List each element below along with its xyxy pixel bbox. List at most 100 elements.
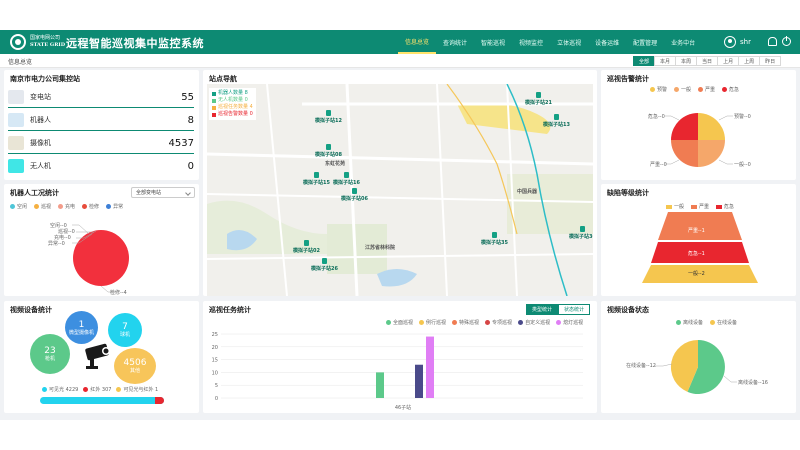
stat-row-substation: 变电站 55 [8, 87, 194, 107]
system-title: 远程智能巡视集中监控系统 [66, 37, 204, 50]
legend-item: 自定义巡视 [518, 319, 550, 326]
divider [8, 130, 194, 131]
legend-item: 红外 307 [83, 386, 111, 393]
tab-type-stats[interactable]: 类型统计 [526, 304, 559, 315]
y-tick-label: 0 [215, 396, 218, 402]
video-type-legend: 可见光 4229 红外 307 可见光与红外 1 [42, 386, 158, 393]
nav-video-monitor[interactable]: 视频监控 [512, 30, 550, 54]
defect-legend: 一般 严重 危急 [666, 203, 734, 210]
period-last-month[interactable]: 上月 [717, 56, 740, 66]
station-marker[interactable]: 模拟子站35 [481, 232, 508, 246]
cctv-camera-icon [85, 343, 110, 369]
stat-label: 无人机 [30, 162, 51, 170]
nav-equipment-ops[interactable]: 设备运维 [588, 30, 626, 54]
tab-status-stats[interactable]: 状态统计 [558, 304, 591, 315]
period-this-week[interactable]: 本周 [675, 56, 698, 66]
task-legend: 全面巡视 例行巡视 特殊巡视 专项巡视 自定义巡视 熄灯巡视 [386, 319, 583, 326]
legend-item: 一般 [674, 86, 691, 93]
period-all[interactable]: 全部 [633, 56, 656, 66]
stat-row-drone: 无人机 0 [8, 156, 194, 176]
user-menu[interactable]: shr [724, 36, 751, 48]
bubble-micro-camera: 1 微型摄像机 [65, 311, 98, 344]
bar-0 [376, 372, 384, 398]
substation-select[interactable]: 全部变电站 [131, 187, 195, 198]
bubble-other: 4506 其他 [114, 348, 156, 384]
alarm-legend: 预警 一般 严重 危急 [650, 86, 739, 93]
legend-item: 危急 [722, 86, 739, 93]
legend-item: 离线设备 [676, 319, 703, 326]
period-today[interactable]: 当日 [696, 56, 719, 66]
station-marker[interactable]: 模拟子站36 [569, 226, 593, 240]
pie-label: 在线设备--12 [626, 363, 656, 369]
y-tick-label: 20 [212, 345, 218, 351]
username: shr [740, 38, 751, 46]
y-tick-label: 5 [215, 383, 218, 389]
legend-item: 在线设备 [710, 319, 737, 326]
nav-query-stats[interactable]: 查询统计 [436, 30, 474, 54]
map-legend-item: 巡视任务数量 4 [212, 104, 253, 111]
breadcrumb: 信息总览 [8, 59, 33, 66]
pie-slice-warning [698, 113, 725, 140]
map-card-title: 站点导航 [209, 75, 237, 83]
period-last-week[interactable]: 上周 [738, 56, 761, 66]
task-tabs: 类型统计 状态统计 [526, 304, 591, 315]
state-grid-logo-icon [10, 34, 26, 50]
company-name-en: STATE GRID [30, 42, 66, 48]
legend-item: 例行巡视 [419, 319, 446, 326]
station-marker[interactable]: 模拟子站13 [543, 114, 570, 128]
robot-icon [8, 113, 24, 127]
nav-config[interactable]: 配置管理 [626, 30, 664, 54]
y-tick-label: 15 [212, 358, 218, 364]
nav-overview[interactable]: 信息总览 [398, 30, 437, 54]
funnel-label: 严重--1 [688, 228, 705, 234]
bar-1 [415, 364, 423, 398]
station-card-title: 南京市电力公司集控站 [10, 75, 80, 83]
period-yesterday[interactable]: 昨日 [759, 56, 782, 66]
nav-business-center[interactable]: 业务中台 [664, 30, 702, 54]
avatar [724, 36, 736, 48]
robot-card-title: 机器人工况统计 [10, 189, 59, 197]
station-marker[interactable]: 模拟子站06 [341, 188, 368, 202]
station-marker[interactable]: 模拟子站15 [303, 172, 330, 186]
bubble-gun-camera: 23 枪机 [30, 334, 70, 374]
pie-label: 离线设备--16 [738, 380, 768, 386]
stat-row-camera: 摄像机 4537 [8, 133, 194, 153]
legend-item: 全面巡视 [386, 319, 413, 326]
pie-label: 一般--0 [734, 162, 751, 168]
company-name: 国家电网公司 STATE GRID [30, 35, 65, 49]
top-bar: 国家电网公司 STATE GRID 远程智能巡视集中监控系统 信息总览 查询统计… [0, 30, 800, 54]
company-name-cn: 国家电网公司 [30, 35, 61, 41]
period-this-month[interactable]: 本月 [654, 56, 677, 66]
station-marker[interactable]: 模拟子站08 [315, 144, 342, 158]
power-icon[interactable] [782, 36, 791, 46]
substation-icon [8, 90, 24, 104]
map-legend-item: 无人机数量 0 [212, 97, 253, 104]
station-marker[interactable]: 模拟子站02 [293, 240, 320, 254]
x-tick-label: 46子站 [395, 404, 411, 411]
video-device-card-title: 视频设备统计 [10, 306, 52, 314]
station-marker[interactable]: 模拟子站16 [333, 172, 360, 186]
funnel-label: 危急--1 [688, 251, 705, 257]
stat-row-robot: 机器人 8 [8, 110, 194, 130]
y-tick-label: 10 [212, 370, 218, 376]
stat-value: 8 [187, 114, 194, 126]
bell-icon[interactable] [768, 37, 777, 46]
video-status-pie-chart [655, 339, 737, 394]
nav-3d-patrol[interactable]: 立体巡视 [550, 30, 588, 54]
legend-item: 一般 [666, 203, 684, 210]
map-place-label: 江苏省林科院 [365, 245, 396, 251]
map-legend-item: 巡视告警数量 0 [212, 111, 253, 118]
nav-smart-patrol[interactable]: 智能巡视 [474, 30, 512, 54]
funnel-level-serious [658, 212, 742, 240]
stat-label: 机器人 [30, 116, 51, 124]
legend-item: 危急 [716, 203, 734, 210]
y-tick-label: 25 [212, 332, 218, 338]
video-status-card-title: 视频设备状态 [607, 306, 649, 314]
station-map[interactable]: 东虹花苑 江苏省林科院 中国兵器 模拟子站21 模拟子站13 模拟子站12 模拟… [207, 84, 593, 296]
station-marker[interactable]: 模拟子站12 [315, 110, 342, 124]
station-marker[interactable]: 模拟子站21 [525, 92, 552, 106]
station-marker[interactable]: 模拟子站26 [311, 258, 338, 272]
stat-label: 摄像机 [30, 139, 51, 147]
legend-item: 异常 [106, 203, 123, 210]
divider [8, 153, 194, 154]
